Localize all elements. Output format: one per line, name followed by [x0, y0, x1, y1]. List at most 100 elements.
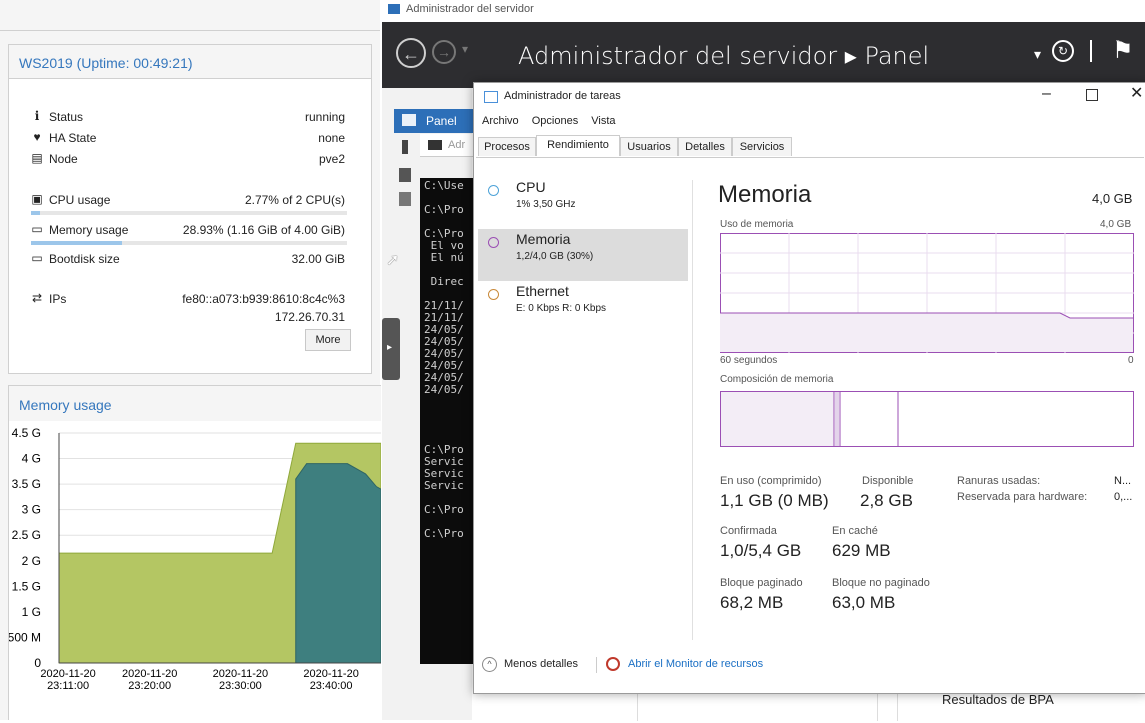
memory-usage-graph	[720, 233, 1134, 353]
y-tick-label: 1 G	[22, 605, 41, 619]
node-label: Node	[49, 152, 78, 166]
y-tick-label: 1.5 G	[12, 579, 41, 593]
chevron-right-icon: ▸	[387, 342, 393, 353]
local-server-icon[interactable]	[402, 140, 408, 154]
x-tick-label: 23:40:00	[310, 680, 353, 692]
menu-vista[interactable]: Vista	[591, 115, 615, 127]
refresh-icon[interactable]: ↻	[1052, 40, 1074, 62]
menu-archivo[interactable]: Archivo	[482, 115, 519, 127]
task-manager-window: Administrador de tareas – ✕ Archivo Opci…	[473, 82, 1145, 694]
menu-opciones[interactable]: Opciones	[532, 115, 578, 127]
breadcrumb-dropdown-icon[interactable]: ▾	[1034, 46, 1041, 63]
separator-icon	[1090, 40, 1092, 62]
node-value: pve2	[318, 152, 345, 166]
reservada-label: Reservada para hardware:	[957, 491, 1088, 503]
tm-menubar: Archivo Opciones Vista	[482, 115, 626, 127]
x-tick-label: 2020-11-20	[40, 668, 95, 680]
ipv4-row: 172.26.70.31	[29, 309, 345, 327]
disponible-value: 2,8 GB	[860, 491, 913, 510]
memory-icon: ▭	[31, 222, 43, 236]
file-services-icon[interactable]	[399, 192, 411, 206]
memory-chart-svg: 4.5 G4 G3.5 G3 G2.5 G2 G1.5 G1 G500 M020…	[8, 426, 382, 692]
console-line: C:\Pro	[424, 503, 464, 516]
cpu-label: CPU usage	[49, 193, 111, 207]
x-tick-label: 23:20:00	[128, 680, 171, 692]
console-line: El nú	[424, 251, 464, 264]
less-details-link[interactable]: Menos detalles	[504, 658, 578, 670]
console-line: Servic	[424, 479, 464, 492]
console-tab[interactable]: Adr	[420, 134, 480, 157]
console-line: C:\Pro	[424, 203, 464, 216]
task-manager-icon	[484, 91, 498, 103]
tab-usuarios[interactable]: Usuarios	[620, 137, 678, 156]
memory-usage-fill	[31, 241, 123, 245]
usage-area	[720, 313, 1133, 352]
resource-cpu[interactable]: CPU 1% 3,50 GHz	[478, 177, 688, 229]
nav-dropdown-icon[interactable]: ▾	[462, 42, 468, 56]
cpu-circle-icon	[488, 185, 499, 196]
open-resource-monitor-link[interactable]: Abrir el Monitor de recursos	[628, 658, 763, 670]
tab-procesos[interactable]: Procesos	[478, 137, 536, 156]
divider	[0, 30, 380, 31]
tab-detalles[interactable]: Detalles	[678, 137, 732, 156]
all-servers-icon[interactable]	[399, 168, 411, 182]
tab-rendimiento[interactable]: Rendimiento	[536, 135, 620, 156]
expand-handle[interactable]: ▸	[382, 318, 400, 380]
forward-icon[interactable]: →	[432, 40, 456, 64]
chevron-up-icon[interactable]: ^	[482, 657, 497, 672]
minimize-icon[interactable]: –	[1042, 85, 1051, 103]
cache-value: 629 MB	[832, 541, 891, 560]
sidebar-item-panel[interactable]: Panel	[394, 109, 476, 133]
resource-sub: 1,2/4,0 GB (30%)	[516, 251, 594, 262]
breadcrumb: Administrador del servidor ▸ Panel	[518, 42, 930, 70]
memory-chart-title-bar: Memory usage	[8, 385, 381, 423]
bpa-results-link[interactable]: Resultados de BPA	[942, 692, 1054, 707]
back-icon[interactable]: ←	[396, 38, 426, 68]
bootdisk-row: ▭ Bootdisk size 32.00 GiB	[29, 251, 345, 269]
x-tick-label: 23:11:00	[47, 680, 89, 692]
divider	[596, 657, 597, 673]
resource-name: Ethernet	[516, 283, 569, 299]
vm-title-bar: WS2019 (Uptime: 00:49:21)	[8, 44, 372, 79]
cpu-usage-fill	[31, 211, 40, 215]
console-output[interactable]: C:\Use C:\Pro C:\Pro El vo El nú Direc 21/1…	[420, 178, 480, 664]
x-tick-label: 23:30:00	[219, 680, 262, 692]
heartbeat-icon: ♥	[33, 130, 41, 144]
more-button[interactable]: More	[305, 329, 351, 351]
reservada-value: 0,...	[1114, 491, 1133, 503]
info-icon: i	[34, 109, 40, 123]
ipv4-value: 172.26.70.31	[274, 310, 345, 324]
zero-label: 0	[1128, 355, 1134, 366]
en-uso-label: En uso (comprimido)	[720, 475, 822, 487]
bootdisk-value: 32.00 GiB	[291, 252, 345, 266]
maximize-icon[interactable]	[1086, 89, 1098, 101]
memory-circle-icon	[488, 237, 499, 248]
tm-tabs: Procesos Rendimiento Usuarios Detalles S…	[476, 135, 1144, 158]
resource-ethernet[interactable]: Ethernet E: 0 Kbps R: 0 Kbps	[478, 281, 688, 333]
ips-row: ⇄ IPs fe80::a073:b939:8610:8c4c%3	[29, 291, 345, 309]
paginado-value: 68,2 MB	[720, 593, 784, 612]
memory-chart: 4.5 G4 G 3.5 G3 G 2.5 G2 G 1.5 G1 G 500 M 0 20…	[8, 421, 382, 720]
tab-servicios[interactable]: Servicios	[732, 137, 792, 156]
x-tick-label: 2020-11-20	[303, 668, 358, 680]
cpu-icon: ▣	[31, 192, 43, 206]
resource-memoria[interactable]: Memoria 1,2/4,0 GB (30%)	[478, 229, 688, 281]
vm-title: WS2019 (Uptime: 00:49:21)	[19, 55, 193, 71]
close-icon[interactable]: ✕	[1130, 83, 1143, 103]
status-value: running	[304, 110, 345, 124]
y-tick-label: 4 G	[22, 452, 41, 466]
cmd-icon	[428, 140, 442, 150]
disk-icon: ▭	[31, 251, 43, 265]
cpu-row: ▣ CPU usage 2.77% of 2 CPU(s)	[29, 192, 345, 210]
dashboard-icon	[402, 114, 416, 126]
sm-window-title: Administrador del servidor	[406, 3, 534, 15]
confirmada-label: Confirmada	[720, 525, 777, 537]
ha-state-row: ♥ HA State none	[29, 130, 345, 148]
ha-state-label: HA State	[49, 131, 97, 145]
flag-icon[interactable]: ⚑	[1112, 36, 1134, 65]
en-uso-value: 1,1 GB (0 MB)	[720, 491, 829, 510]
y-tick-label: 3.5 G	[12, 477, 41, 491]
status-label: Status	[49, 110, 84, 124]
sidebar-item-label: Panel	[426, 114, 457, 128]
in-use-segment	[721, 392, 834, 446]
